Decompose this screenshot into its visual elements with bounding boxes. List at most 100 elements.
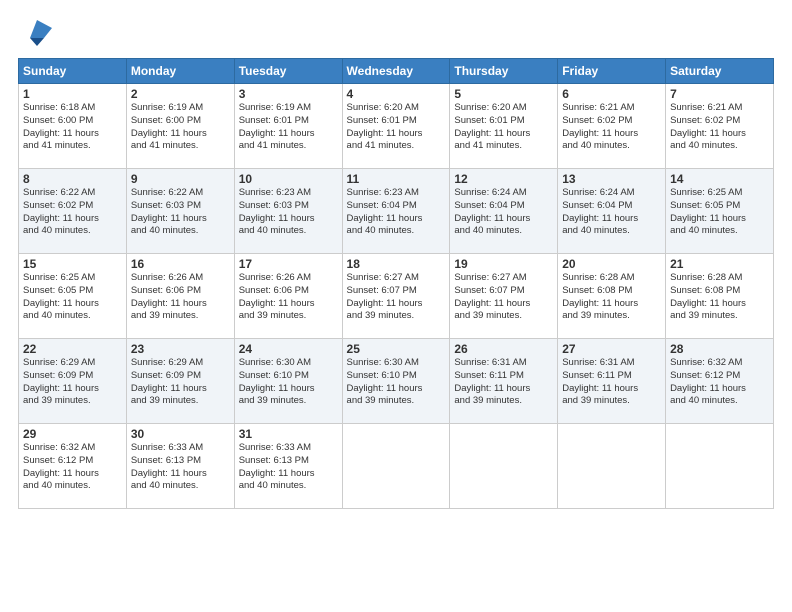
cell-content: Sunrise: 6:28 AMSunset: 6:08 PMDaylight:…	[562, 272, 661, 323]
calendar-cell: 25Sunrise: 6:30 AMSunset: 6:10 PMDayligh…	[342, 339, 450, 424]
calendar-cell: 31Sunrise: 6:33 AMSunset: 6:13 PMDayligh…	[234, 424, 342, 509]
cell-content: Sunrise: 6:27 AMSunset: 6:07 PMDaylight:…	[347, 272, 446, 323]
calendar-cell: 12Sunrise: 6:24 AMSunset: 6:04 PMDayligh…	[450, 169, 558, 254]
page: SundayMondayTuesdayWednesdayThursdayFrid…	[0, 0, 792, 612]
day-number: 5	[454, 87, 553, 101]
day-number: 20	[562, 257, 661, 271]
calendar-cell: 2Sunrise: 6:19 AMSunset: 6:00 PMDaylight…	[126, 84, 234, 169]
day-number: 1	[23, 87, 122, 101]
cell-content: Sunrise: 6:31 AMSunset: 6:11 PMDaylight:…	[454, 357, 553, 408]
day-number: 10	[239, 172, 338, 186]
calendar-cell	[666, 424, 774, 509]
day-number: 18	[347, 257, 446, 271]
calendar-cell: 30Sunrise: 6:33 AMSunset: 6:13 PMDayligh…	[126, 424, 234, 509]
cell-content: Sunrise: 6:29 AMSunset: 6:09 PMDaylight:…	[23, 357, 122, 408]
day-number: 23	[131, 342, 230, 356]
day-number: 27	[562, 342, 661, 356]
calendar-cell: 20Sunrise: 6:28 AMSunset: 6:08 PMDayligh…	[558, 254, 666, 339]
weekday-header: Sunday	[19, 59, 127, 84]
cell-content: Sunrise: 6:26 AMSunset: 6:06 PMDaylight:…	[239, 272, 338, 323]
calendar-cell	[450, 424, 558, 509]
weekday-header: Friday	[558, 59, 666, 84]
calendar: SundayMondayTuesdayWednesdayThursdayFrid…	[18, 58, 774, 509]
day-number: 7	[670, 87, 769, 101]
day-number: 15	[23, 257, 122, 271]
calendar-cell	[558, 424, 666, 509]
calendar-cell: 18Sunrise: 6:27 AMSunset: 6:07 PMDayligh…	[342, 254, 450, 339]
cell-content: Sunrise: 6:20 AMSunset: 6:01 PMDaylight:…	[347, 102, 446, 153]
header	[18, 18, 774, 48]
cell-content: Sunrise: 6:23 AMSunset: 6:03 PMDaylight:…	[239, 187, 338, 238]
cell-content: Sunrise: 6:19 AMSunset: 6:01 PMDaylight:…	[239, 102, 338, 153]
cell-content: Sunrise: 6:20 AMSunset: 6:01 PMDaylight:…	[454, 102, 553, 153]
calendar-cell: 5Sunrise: 6:20 AMSunset: 6:01 PMDaylight…	[450, 84, 558, 169]
day-number: 28	[670, 342, 769, 356]
calendar-cell: 14Sunrise: 6:25 AMSunset: 6:05 PMDayligh…	[666, 169, 774, 254]
day-number: 31	[239, 427, 338, 441]
cell-content: Sunrise: 6:24 AMSunset: 6:04 PMDaylight:…	[562, 187, 661, 238]
day-number: 22	[23, 342, 122, 356]
day-number: 3	[239, 87, 338, 101]
cell-content: Sunrise: 6:30 AMSunset: 6:10 PMDaylight:…	[239, 357, 338, 408]
calendar-cell: 11Sunrise: 6:23 AMSunset: 6:04 PMDayligh…	[342, 169, 450, 254]
day-number: 26	[454, 342, 553, 356]
day-number: 25	[347, 342, 446, 356]
day-number: 16	[131, 257, 230, 271]
cell-content: Sunrise: 6:28 AMSunset: 6:08 PMDaylight:…	[670, 272, 769, 323]
cell-content: Sunrise: 6:23 AMSunset: 6:04 PMDaylight:…	[347, 187, 446, 238]
day-number: 21	[670, 257, 769, 271]
calendar-cell: 7Sunrise: 6:21 AMSunset: 6:02 PMDaylight…	[666, 84, 774, 169]
calendar-cell: 17Sunrise: 6:26 AMSunset: 6:06 PMDayligh…	[234, 254, 342, 339]
cell-content: Sunrise: 6:25 AMSunset: 6:05 PMDaylight:…	[23, 272, 122, 323]
calendar-cell: 6Sunrise: 6:21 AMSunset: 6:02 PMDaylight…	[558, 84, 666, 169]
cell-content: Sunrise: 6:25 AMSunset: 6:05 PMDaylight:…	[670, 187, 769, 238]
cell-content: Sunrise: 6:21 AMSunset: 6:02 PMDaylight:…	[562, 102, 661, 153]
cell-content: Sunrise: 6:32 AMSunset: 6:12 PMDaylight:…	[23, 442, 122, 493]
weekday-header: Monday	[126, 59, 234, 84]
calendar-cell: 13Sunrise: 6:24 AMSunset: 6:04 PMDayligh…	[558, 169, 666, 254]
day-number: 4	[347, 87, 446, 101]
calendar-cell: 21Sunrise: 6:28 AMSunset: 6:08 PMDayligh…	[666, 254, 774, 339]
day-number: 9	[131, 172, 230, 186]
day-number: 30	[131, 427, 230, 441]
weekday-header: Thursday	[450, 59, 558, 84]
day-number: 6	[562, 87, 661, 101]
day-number: 13	[562, 172, 661, 186]
logo	[18, 18, 52, 48]
calendar-cell: 16Sunrise: 6:26 AMSunset: 6:06 PMDayligh…	[126, 254, 234, 339]
calendar-cell: 27Sunrise: 6:31 AMSunset: 6:11 PMDayligh…	[558, 339, 666, 424]
cell-content: Sunrise: 6:32 AMSunset: 6:12 PMDaylight:…	[670, 357, 769, 408]
calendar-cell: 8Sunrise: 6:22 AMSunset: 6:02 PMDaylight…	[19, 169, 127, 254]
logo-icon	[22, 18, 52, 48]
calendar-cell: 23Sunrise: 6:29 AMSunset: 6:09 PMDayligh…	[126, 339, 234, 424]
weekday-header: Tuesday	[234, 59, 342, 84]
day-number: 29	[23, 427, 122, 441]
cell-content: Sunrise: 6:29 AMSunset: 6:09 PMDaylight:…	[131, 357, 230, 408]
cell-content: Sunrise: 6:30 AMSunset: 6:10 PMDaylight:…	[347, 357, 446, 408]
day-number: 2	[131, 87, 230, 101]
calendar-cell: 19Sunrise: 6:27 AMSunset: 6:07 PMDayligh…	[450, 254, 558, 339]
calendar-cell: 28Sunrise: 6:32 AMSunset: 6:12 PMDayligh…	[666, 339, 774, 424]
calendar-cell: 22Sunrise: 6:29 AMSunset: 6:09 PMDayligh…	[19, 339, 127, 424]
cell-content: Sunrise: 6:19 AMSunset: 6:00 PMDaylight:…	[131, 102, 230, 153]
calendar-cell: 24Sunrise: 6:30 AMSunset: 6:10 PMDayligh…	[234, 339, 342, 424]
calendar-cell: 1Sunrise: 6:18 AMSunset: 6:00 PMDaylight…	[19, 84, 127, 169]
day-number: 19	[454, 257, 553, 271]
cell-content: Sunrise: 6:22 AMSunset: 6:03 PMDaylight:…	[131, 187, 230, 238]
calendar-cell: 15Sunrise: 6:25 AMSunset: 6:05 PMDayligh…	[19, 254, 127, 339]
calendar-cell: 9Sunrise: 6:22 AMSunset: 6:03 PMDaylight…	[126, 169, 234, 254]
weekday-header: Saturday	[666, 59, 774, 84]
weekday-header: Wednesday	[342, 59, 450, 84]
day-number: 17	[239, 257, 338, 271]
calendar-cell: 10Sunrise: 6:23 AMSunset: 6:03 PMDayligh…	[234, 169, 342, 254]
day-number: 24	[239, 342, 338, 356]
cell-content: Sunrise: 6:22 AMSunset: 6:02 PMDaylight:…	[23, 187, 122, 238]
cell-content: Sunrise: 6:33 AMSunset: 6:13 PMDaylight:…	[131, 442, 230, 493]
calendar-cell: 3Sunrise: 6:19 AMSunset: 6:01 PMDaylight…	[234, 84, 342, 169]
cell-content: Sunrise: 6:18 AMSunset: 6:00 PMDaylight:…	[23, 102, 122, 153]
day-number: 8	[23, 172, 122, 186]
cell-content: Sunrise: 6:24 AMSunset: 6:04 PMDaylight:…	[454, 187, 553, 238]
cell-content: Sunrise: 6:33 AMSunset: 6:13 PMDaylight:…	[239, 442, 338, 493]
day-number: 11	[347, 172, 446, 186]
day-number: 14	[670, 172, 769, 186]
